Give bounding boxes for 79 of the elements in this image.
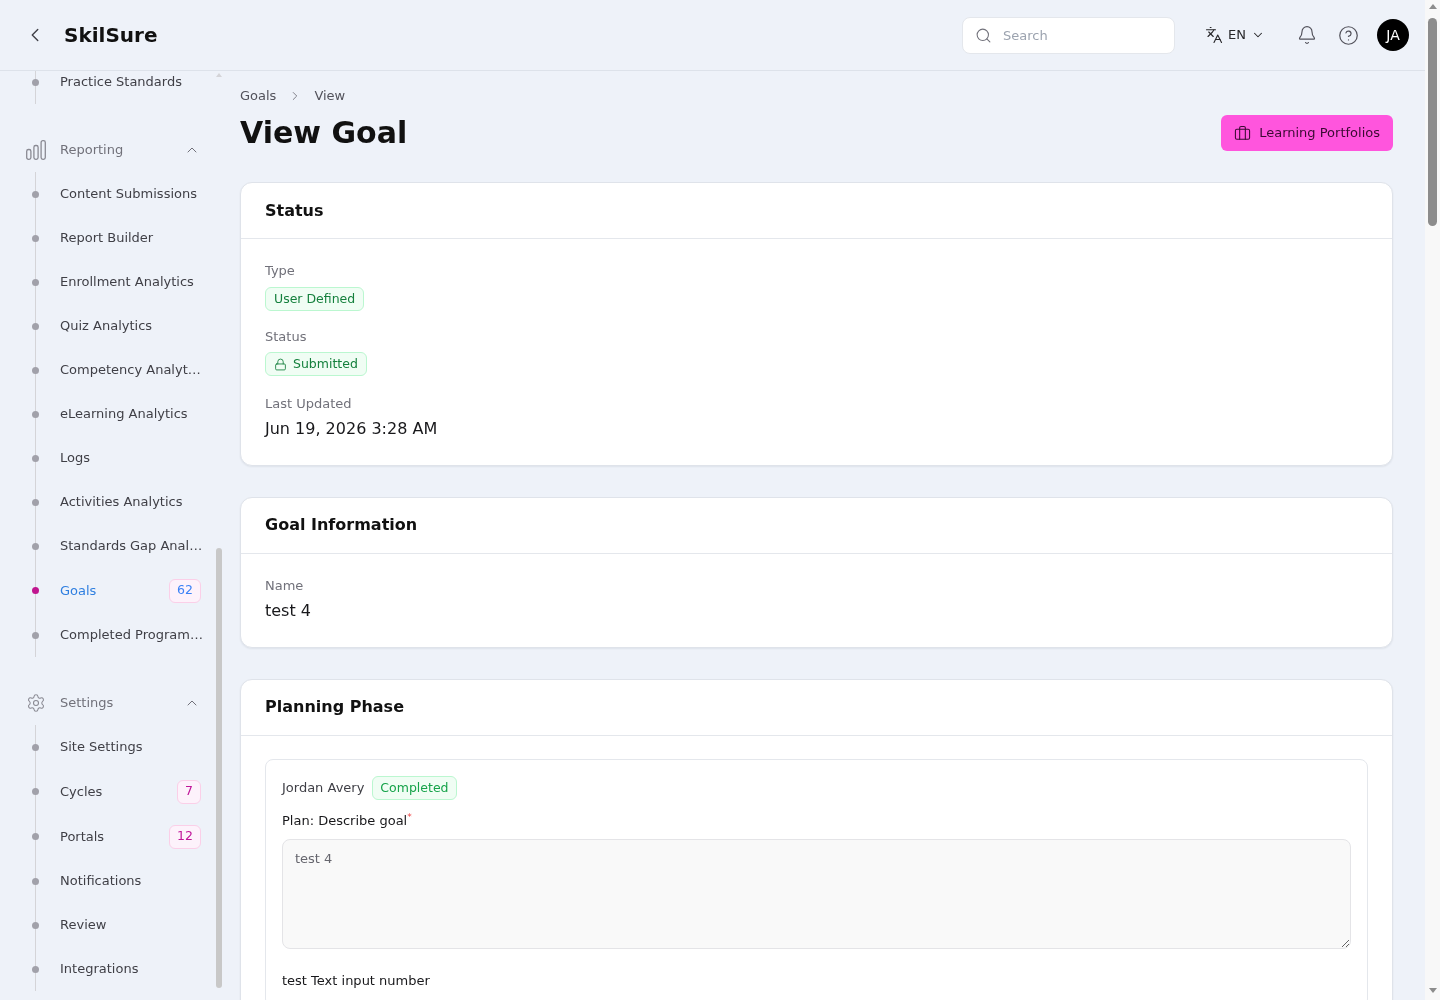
field-value: test 4	[265, 599, 312, 622]
language-button[interactable]: EN	[1205, 25, 1265, 45]
question-label: Plan: Describe goal$^{*}$	[282, 811, 413, 830]
card-title: Status	[265, 199, 324, 222]
notifications-button[interactable]	[1297, 25, 1317, 45]
scrollbar-thumb[interactable]	[1428, 18, 1437, 226]
bar-chart-icon	[26, 140, 46, 160]
field-label: Type	[265, 262, 296, 280]
question-label: test Text input number	[282, 971, 431, 990]
arrow-down-icon[interactable]	[1428, 988, 1437, 993]
sidebar-group[interactable]: Settings	[0, 681, 216, 725]
badge-text: Submitted	[293, 355, 358, 373]
sidebar-link[interactable]: Report Builder	[60, 228, 154, 248]
sidebar-link[interactable]: Review	[60, 915, 107, 935]
gear-icon	[26, 693, 46, 713]
field-label: Status	[265, 328, 308, 347]
sidebar-link[interactable]: Portals	[60, 826, 105, 847]
help-icon	[1338, 24, 1359, 46]
breadcrumb-current: View	[314, 87, 346, 106]
bullet-icon	[32, 454, 39, 462]
count-badge: 7	[177, 779, 201, 804]
bullet-icon	[32, 921, 39, 929]
bullet-icon	[32, 833, 39, 840]
user-avatar[interactable]: JA	[1377, 19, 1409, 51]
card-title: Goal Information	[265, 514, 418, 537]
lock-icon	[274, 357, 287, 371]
breadcrumb-link[interactable]: Goals	[240, 86, 277, 106]
count-badge: 12	[169, 824, 201, 849]
textarea-field[interactable]: test 4	[282, 838, 1351, 949]
bullet-icon	[32, 234, 39, 242]
card-title: Planning Phase	[265, 696, 404, 719]
sidebar-link[interactable]: Logs	[60, 448, 90, 468]
status-badge: User Defined	[265, 287, 365, 312]
sidebar-link[interactable]: Quiz Analytics	[60, 316, 153, 336]
sidebar-link[interactable]: Enrollment Analytics	[60, 272, 194, 292]
bullet-icon	[32, 587, 39, 594]
briefcase-icon	[1234, 124, 1252, 142]
sidebar-link[interactable]: Integrations	[60, 959, 139, 979]
bullet-icon	[32, 78, 39, 86]
search-field[interactable]: Search	[962, 16, 1176, 54]
bullet-icon	[32, 322, 39, 330]
bullet-icon	[32, 788, 39, 795]
bullet-icon	[32, 631, 39, 639]
scrollbar-thumb[interactable]	[216, 548, 222, 988]
translate-icon	[1205, 26, 1224, 44]
bell-icon	[1297, 25, 1317, 45]
sidebar-link[interactable]: Notifications	[60, 871, 142, 891]
field-value: Jun 19, 2026 3:28 AM	[265, 417, 439, 440]
bullet-icon	[32, 877, 39, 885]
count-badge: 62	[169, 578, 201, 603]
sidebar-link[interactable]: Competency Analyt…	[60, 360, 201, 380]
author-name: Jordan Avery	[282, 779, 365, 798]
sidebar-link[interactable]: Goals	[60, 580, 97, 601]
app-logo: SkilSure	[64, 22, 158, 49]
bullet-icon	[32, 743, 39, 751]
sidebar-link[interactable]: Standards Gap Anal…	[60, 536, 203, 556]
sidebar-link[interactable]: Completed Program…	[60, 625, 203, 645]
bullet-icon	[32, 410, 39, 418]
help-button[interactable]	[1338, 24, 1359, 46]
arrow-up-icon[interactable]	[1428, 4, 1437, 9]
field-label: Name	[265, 576, 305, 595]
page-title: View Goal	[240, 115, 408, 151]
status-badge: Completed	[372, 775, 457, 800]
sidebar-link[interactable]: Content Submissions	[60, 184, 197, 204]
sidebar-link[interactable]: eLearning Analytics	[60, 404, 188, 424]
bullet-icon	[32, 965, 39, 973]
search-icon	[975, 26, 993, 44]
sidebar-link[interactable]: Cycles	[60, 781, 103, 802]
bullet-icon	[32, 542, 39, 550]
sidebar-group[interactable]: Reporting	[0, 128, 216, 172]
field-label: Last Updated	[265, 394, 353, 413]
learning-portfolios-button[interactable]: Learning Portfolios	[1221, 115, 1393, 151]
bullet-icon	[32, 278, 39, 286]
sidebar-link[interactable]: Practice Standards	[60, 72, 182, 92]
bullet-icon	[32, 366, 39, 374]
sidebar-link[interactable]: Site Settings	[60, 737, 143, 757]
bullet-icon	[32, 498, 39, 506]
sidebar-link[interactable]: Activities Analytics	[60, 492, 183, 512]
bullet-icon	[32, 190, 39, 198]
